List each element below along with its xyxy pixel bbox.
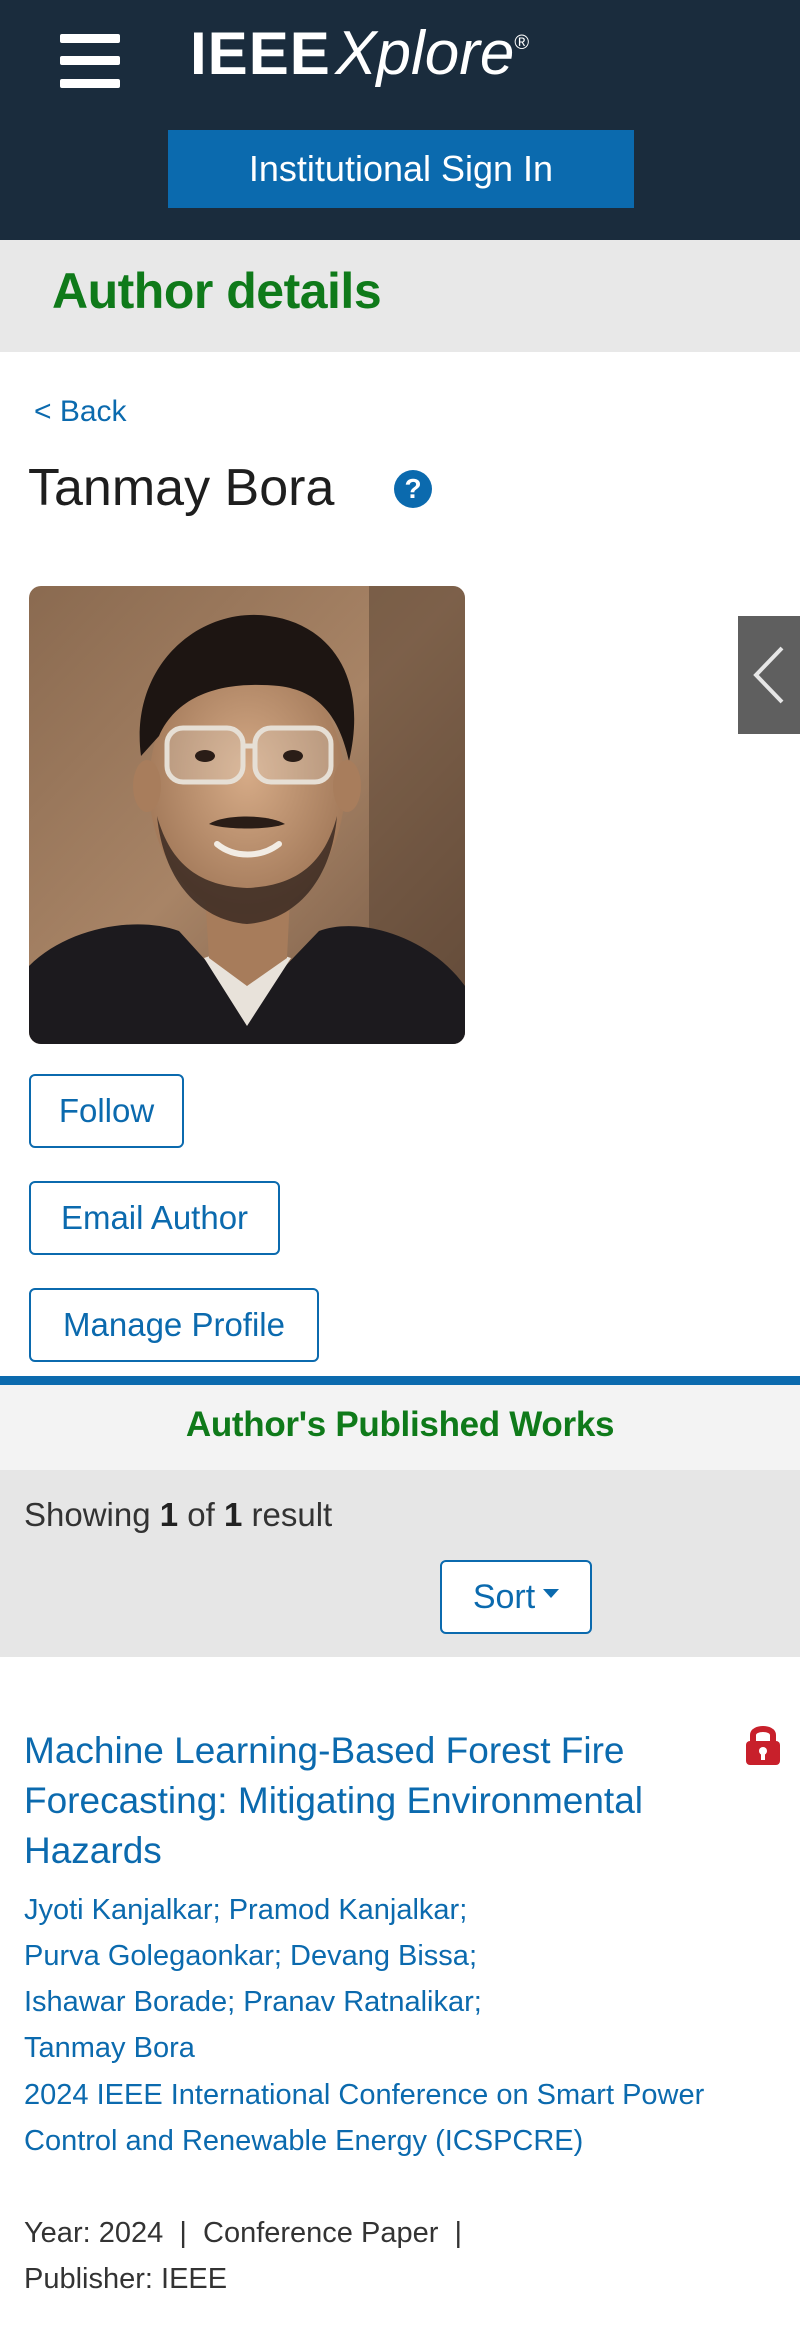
page-title: Author details <box>52 263 382 319</box>
chevron-left-icon <box>753 646 784 704</box>
hamburger-menu-icon[interactable] <box>60 34 120 88</box>
publication-year: 2024 <box>98 2217 164 2249</box>
author-link[interactable]: Pramod Kanjalkar <box>229 1894 460 1926</box>
follow-button[interactable]: Follow <box>29 1074 184 1148</box>
author-link[interactable]: Purva Golegaonkar <box>24 1940 274 1972</box>
logo-ieee-text: IEEE <box>190 20 331 87</box>
institutional-sign-in-button[interactable]: Institutional Sign In <box>168 130 634 208</box>
back-link[interactable]: < Back <box>34 395 127 429</box>
sort-dropdown-button[interactable]: Sort <box>440 1560 592 1634</box>
lock-icon[interactable] <box>745 1722 781 1766</box>
publication-authors: Jyoti Kanjalkar; Pramod Kanjalkar; Purva… <box>24 1894 482 2064</box>
ieee-xplore-logo[interactable]: IEEE Xplore® <box>190 18 529 89</box>
caret-down-icon <box>543 1588 560 1598</box>
top-header: IEEE Xplore® Institutional Sign In <box>0 0 800 240</box>
author-link[interactable]: Devang Bissa <box>290 1940 469 1972</box>
author-link[interactable]: Tanmay Bora <box>24 2032 195 2064</box>
author-name: Tanmay Bora <box>28 459 335 517</box>
manage-profile-button[interactable]: Manage Profile <box>29 1288 319 1362</box>
author-link[interactable]: Ishawar Borade <box>24 1986 227 2018</box>
section-divider <box>0 1376 800 1385</box>
published-works-title: Author's Published Works <box>185 1405 615 1444</box>
side-panel-toggle[interactable] <box>738 616 800 734</box>
author-link[interactable]: Pranav Ratnalikar <box>243 1986 474 2018</box>
publication-type: Conference Paper <box>203 2217 439 2249</box>
help-icon[interactable]: ? <box>394 470 432 508</box>
email-author-button[interactable]: Email Author <box>29 1181 280 1255</box>
publication-publisher: IEEE <box>161 2263 228 2295</box>
publication-details: Year: 2024 | Conference Paper | Publishe… <box>24 2217 463 2295</box>
results-count: Showing 1 of 1 result <box>24 1496 333 1533</box>
publication-title-link[interactable]: Machine Learning-Based Forest Fire Forec… <box>24 1726 644 1876</box>
logo-xplore-text: Xplore <box>335 19 515 88</box>
author-link[interactable]: Jyoti Kanjalkar <box>24 1894 213 1926</box>
logo-registered-mark: ® <box>514 32 530 54</box>
conference-link[interactable]: 2024 IEEE International Conference on Sm… <box>24 2072 724 2164</box>
author-photo <box>29 586 465 1044</box>
